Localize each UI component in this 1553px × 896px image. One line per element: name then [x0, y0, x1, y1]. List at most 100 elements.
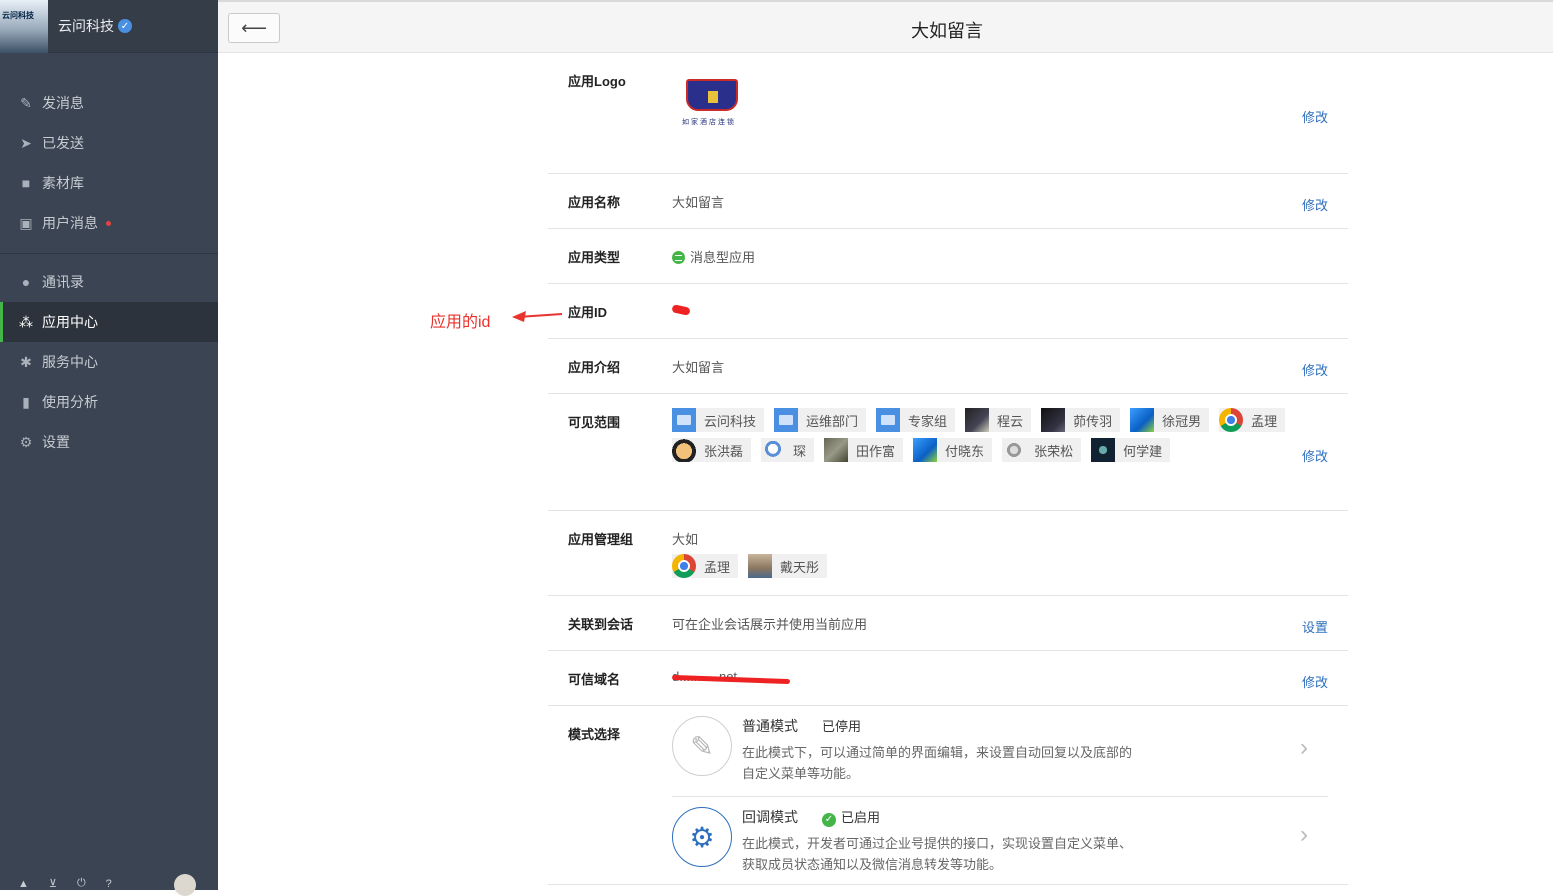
row-app-name: 应用名称 大如留言 修改 [548, 174, 1348, 229]
member-name: 琛 [793, 443, 807, 459]
edit-intro-link[interactable]: 修改 [1302, 360, 1328, 379]
member-chip[interactable]: 茆传羽 [1041, 408, 1121, 432]
nav-label: 发消息 [42, 95, 84, 111]
member-avatar [913, 438, 938, 462]
cart-icon[interactable]: ⊻ [49, 877, 57, 890]
chip-list: 云问科技 运维部门 专家组 程云 茆传羽 徐冠男 孟理张洪磊 琛 田作富 付晓东 张荣松 何学建 [672, 408, 1328, 462]
member-chip[interactable]: 戴天彤 [748, 554, 828, 578]
row-app-logo: 应用Logo 如家酒店连锁 修改 [548, 53, 1348, 174]
member-avatar [672, 554, 696, 578]
admin-group-value: 大如 孟理 戴天彤 [672, 529, 1328, 595]
row-label: 可信域名 [568, 672, 621, 687]
brand-bar: 云问科技 云问科技 ✓ [0, 0, 218, 53]
row-admin-group: 应用管理组 大如 孟理 戴天彤 [548, 511, 1348, 596]
member-chip[interactable]: 徐冠男 [1130, 408, 1210, 432]
session-settings-link[interactable]: 设置 [1302, 617, 1328, 636]
help-icon[interactable]: ? [106, 878, 112, 890]
member-chip[interactable]: 云问科技 [672, 408, 765, 432]
edit-domain-link[interactable]: 修改 [1302, 672, 1328, 691]
row-mode-select: 模式选择 ✎ 普通模式 已停用 在此模式下，可以通过简单的界面编辑，来设置自动回复… [548, 706, 1348, 885]
app-logo-image: 如家酒店连锁 [672, 75, 752, 143]
nav-label: 应用中心 [42, 314, 98, 330]
gear-icon: ⚙ [19, 433, 33, 450]
annotation-label: 应用的id [430, 314, 491, 331]
mode-head: 普通模式 已停用 [742, 716, 1132, 736]
member-chip[interactable]: 孟理 [672, 554, 739, 578]
mode-name: 普通模式 [742, 718, 798, 734]
edit-logo-link[interactable]: 修改 [1302, 107, 1328, 126]
edit-scope-link[interactable]: 修改 [1302, 446, 1328, 465]
row-label: 模式选择 [568, 727, 621, 742]
power-icon[interactable]: ⏻ [77, 877, 86, 890]
nav-item-service-center[interactable]: ✱ 服务中心 [0, 342, 218, 382]
mode-callback[interactable]: ⚙ 回调模式 ✓ 已启用 在此模式，开发者可通过企业号提供的接口，实现设置自定义菜单… [672, 796, 1328, 887]
row-label: 应用类型 [568, 250, 621, 265]
nav-label: 设置 [42, 434, 70, 450]
nav-item-app-center[interactable]: ⁂ 应用中心 [0, 302, 218, 342]
edit-name-link[interactable]: 修改 [1302, 195, 1328, 214]
member-chip[interactable]: 琛 [761, 438, 815, 462]
mode-normal[interactable]: ✎ 普通模式 已停用 在此模式下，可以通过简单的界面编辑，来设置自动回复以及底部的… [672, 710, 1328, 796]
member-avatar [761, 438, 786, 462]
chevron-right-icon[interactable]: › [1300, 734, 1308, 762]
row-label: 可见范围 [568, 415, 621, 430]
nav-item-send-message[interactable]: ✎ 发消息 [0, 83, 218, 123]
app-logo-caption: 如家酒店连锁 [682, 119, 736, 126]
topbar: ⟵ 大如留言 [218, 0, 1553, 53]
bar-chart-icon: ▮ [22, 393, 30, 410]
mode-name: 回调模式 [742, 809, 798, 825]
nav-item-sent[interactable]: ➤ 已发送 [0, 123, 218, 163]
row-label: 应用名称 [568, 195, 621, 210]
home-icon[interactable]: ▲ [18, 878, 29, 890]
chevron-right-icon[interactable]: › [1300, 821, 1308, 849]
nav-item-settings[interactable]: ⚙ 设置 [0, 422, 218, 462]
member-name: 孟理 [704, 559, 731, 575]
member-avatar [748, 554, 773, 578]
row-label: 应用ID [568, 305, 608, 320]
nav-label: 用户消息 [42, 215, 98, 231]
brand-name[interactable]: 云问科技 [58, 16, 114, 36]
app-logo-mark [686, 79, 738, 111]
member-avatar [1091, 438, 1116, 462]
app-id-value [671, 302, 1328, 338]
member-chip[interactable]: 何学建 [1091, 438, 1171, 462]
member-chip[interactable]: 程云 [965, 408, 1032, 432]
member-chip[interactable]: 孟理 [1219, 408, 1286, 432]
nav-item-user-messages[interactable]: ▣ 用户消息 [0, 203, 218, 243]
member-chip[interactable]: 张洪磊 [672, 438, 752, 462]
member-chip[interactable]: 张荣松 [1002, 438, 1082, 462]
member-name: 孟理 [1251, 413, 1278, 429]
member-chip[interactable]: 专家组 [876, 408, 956, 432]
member-name: 徐冠男 [1162, 413, 1202, 429]
mode-description: 在此模式，开发者可通过企业号提供的接口，实现设置自定义菜单、获取成员状态通知以及… [742, 836, 1133, 872]
apps-icon: ⁂ [19, 313, 33, 330]
pencil-icon: ✎ [20, 94, 32, 111]
row-value: 如家酒店连锁 [672, 71, 1328, 173]
avatar[interactable] [173, 874, 196, 896]
nav-label: 服务中心 [42, 354, 98, 370]
member-chip[interactable]: 付晓东 [913, 438, 993, 462]
mode-info: 回调模式 ✓ 已启用 在此模式，开发者可通过企业号提供的接口，实现设置自定义菜单、获… [742, 807, 1132, 875]
pencil-icon: ✎ [672, 716, 732, 776]
mode-status: 已停用 [822, 719, 862, 734]
member-avatar [1130, 408, 1155, 432]
nav-item-contacts[interactable]: ● 通讯录 [0, 262, 218, 302]
scope-member-list: 云问科技 运维部门 专家组 程云 茆传羽 徐冠男 孟理张洪磊 琛 田作富 付晓东 张荣松 何学建 [672, 408, 1328, 510]
department-folder-icon [876, 408, 901, 432]
folder-icon: ■ [21, 175, 31, 191]
nav-item-analytics[interactable]: ▮ 使用分析 [0, 382, 218, 422]
chip-list: 孟理 戴天彤 [672, 554, 1328, 578]
mode-list: ✎ 普通模式 已停用 在此模式下，可以通过简单的界面编辑，来设置自动回复以及底部的… [672, 710, 1328, 884]
member-avatar [824, 438, 849, 462]
member-chip[interactable]: 田作富 [824, 438, 904, 462]
brand-logo[interactable]: 云问科技 [0, 0, 48, 53]
verified-icon: ✓ [118, 19, 132, 33]
member-name: 张洪磊 [704, 443, 744, 459]
mode-info: 普通模式 已停用 在此模式下，可以通过简单的界面编辑，来设置自动回复以及底部的自定… [742, 716, 1132, 784]
member-chip[interactable]: 运维部门 [774, 408, 867, 432]
mode-status: 已启用 [841, 810, 881, 825]
unread-dot [106, 220, 111, 226]
app-intro-value: 大如留言 [672, 360, 725, 375]
nav-item-materials[interactable]: ■ 素材库 [0, 163, 218, 203]
row-label: 关联到会话 [568, 617, 634, 632]
